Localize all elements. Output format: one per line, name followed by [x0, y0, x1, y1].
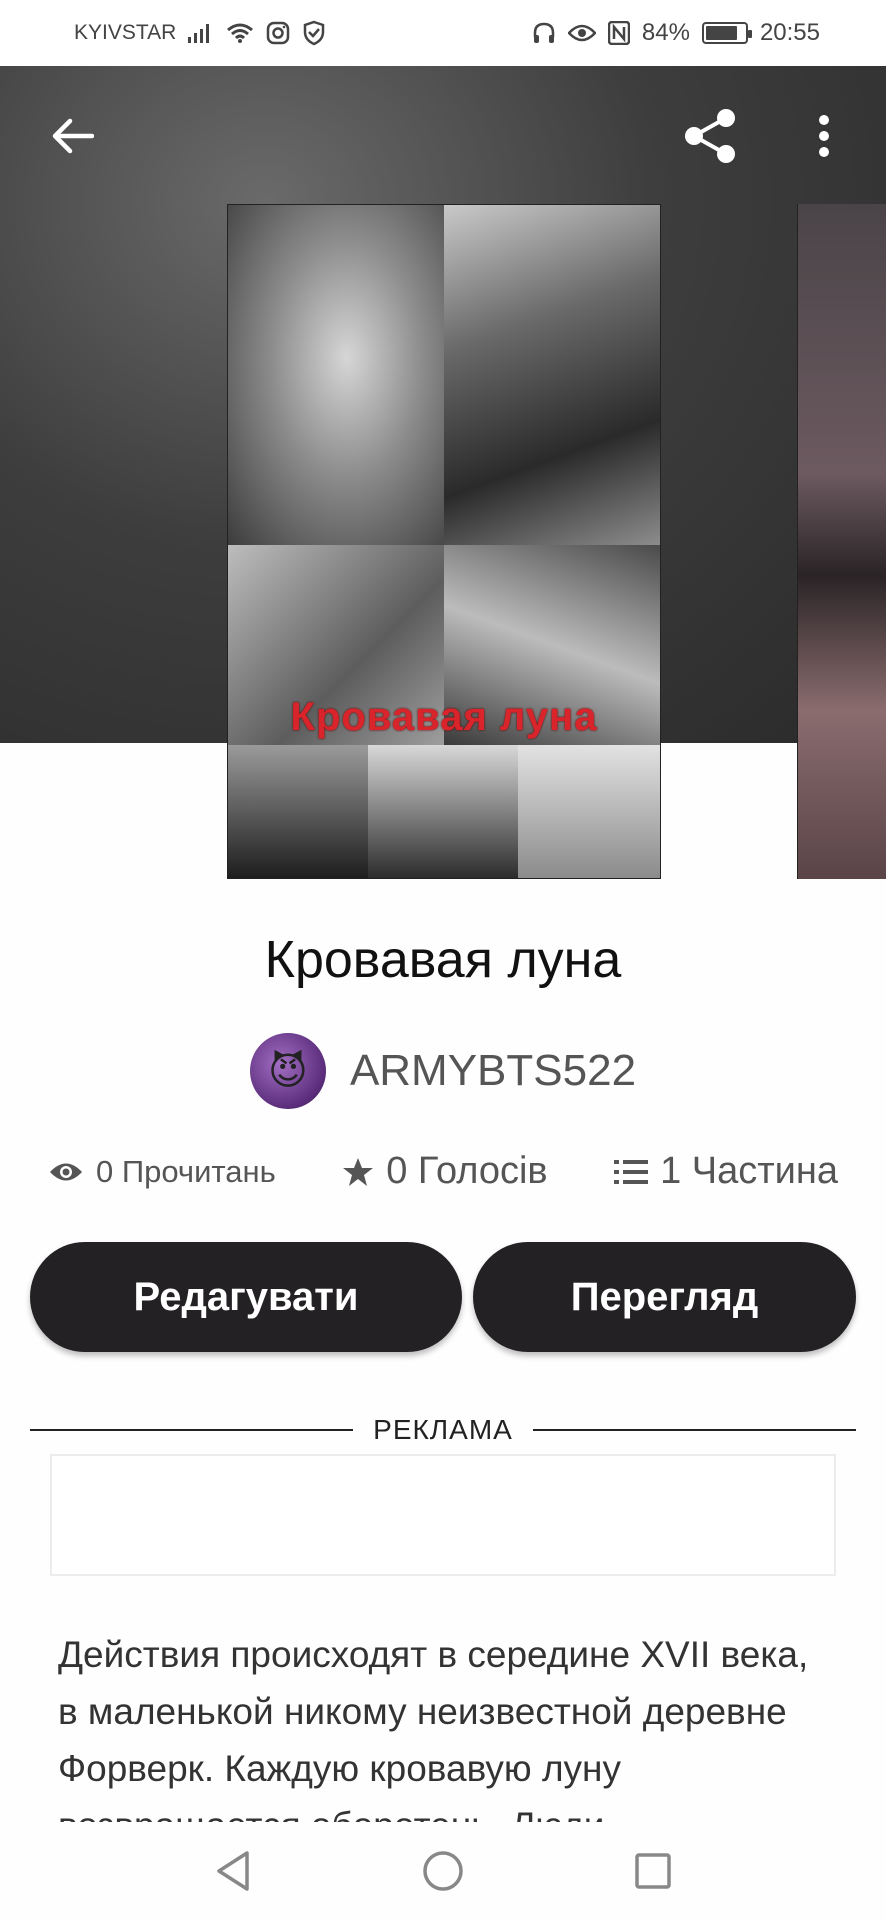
cover-wolf-panel — [228, 205, 444, 545]
nfc-icon — [607, 21, 630, 45]
parts-count: 1 Частина — [660, 1150, 838, 1192]
more-vertical-icon — [819, 115, 829, 157]
back-button[interactable] — [40, 104, 104, 168]
reads-stat: 0 Прочитань — [48, 1154, 276, 1190]
author-name[interactable]: ARMYBTS522 — [350, 1046, 636, 1096]
cover-cassette-panel — [228, 745, 368, 878]
divider-line — [532, 1429, 856, 1431]
share-button[interactable] — [678, 104, 742, 168]
book-cover[interactable]: Кровавая луна — [227, 204, 661, 879]
status-left: KYIVSTAR — [74, 20, 326, 46]
list-icon — [614, 1159, 649, 1184]
arrow-left-icon — [52, 118, 94, 154]
cover-plants-panel — [368, 745, 518, 878]
carrier-label: KYIVSTAR — [74, 21, 177, 44]
ad-label: РЕКЛАМА — [373, 1414, 513, 1445]
story-title: Кровавая луна — [264, 931, 622, 989]
clock: 20:55 — [759, 19, 820, 46]
signal-icon — [188, 22, 214, 44]
divider-line — [30, 1429, 354, 1431]
share-icon — [685, 109, 735, 163]
author-row[interactable]: 😈 ARMYBTS522 — [0, 1033, 886, 1109]
votes-stat: 0 Голосів — [342, 1150, 548, 1193]
reads-count: 0 Прочитань — [96, 1153, 276, 1189]
battery-fill — [705, 26, 738, 40]
square-recents-icon — [635, 1853, 671, 1889]
preview-button[interactable]: Перегляд — [473, 1242, 856, 1352]
cover-artwork — [228, 205, 660, 878]
cover-title-text: Кровавая луна — [290, 695, 598, 739]
story-description: Действия происходят в середине XVII века… — [58, 1634, 809, 1822]
more-options-button[interactable] — [792, 104, 856, 168]
status-bar: KYIVSTAR 84% 20:55 — [0, 0, 886, 66]
nav-recents-button[interactable] — [623, 1841, 683, 1901]
circle-home-icon — [423, 1851, 463, 1891]
headphones-icon — [532, 21, 556, 45]
parts-stat[interactable]: 1 Частина — [614, 1150, 838, 1193]
star-icon — [343, 1157, 374, 1186]
top-app-bar — [0, 66, 886, 206]
avatar[interactable]: 😈 — [249, 1033, 326, 1109]
edit-button[interactable]: Редагувати — [30, 1242, 462, 1352]
story-stats: 0 Прочитань 0 Голосів 1 Частина — [48, 1150, 838, 1193]
ad-banner[interactable] — [50, 1454, 836, 1576]
next-book-cover[interactable] — [797, 204, 886, 879]
triangle-back-icon — [217, 1851, 249, 1891]
shield-check-icon — [302, 20, 326, 46]
eye-icon — [567, 23, 596, 43]
top-actions — [678, 104, 856, 168]
nav-home-button[interactable] — [413, 1841, 473, 1901]
status-right: 84% 20:55 — [532, 19, 820, 47]
cover-flowers-panel — [518, 745, 660, 878]
battery-icon — [701, 22, 752, 44]
nav-back-button[interactable] — [203, 1841, 263, 1901]
ad-divider: РЕКЛАМА — [30, 1414, 856, 1446]
instagram-icon — [266, 21, 290, 45]
cover-portrait-panel — [444, 205, 660, 545]
eye-icon — [50, 1163, 82, 1180]
battery-percent: 84% — [641, 19, 690, 46]
wifi-icon — [226, 22, 254, 44]
votes-count: 0 Голосів — [386, 1150, 548, 1192]
system-nav-bar — [0, 1822, 886, 1920]
